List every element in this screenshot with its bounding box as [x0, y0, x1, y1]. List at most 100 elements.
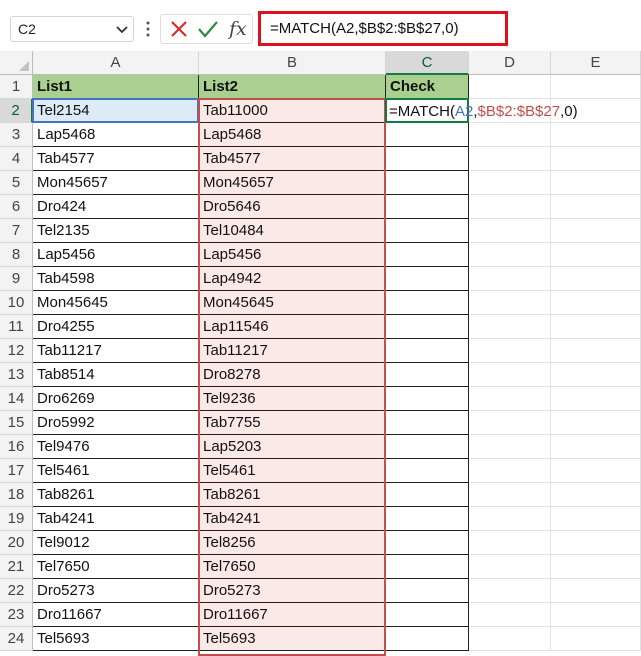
check-cell[interactable]	[386, 435, 469, 459]
empty-cell-e[interactable]	[551, 267, 641, 291]
list1-cell[interactable]: Lap5456	[33, 243, 199, 267]
check-cell[interactable]	[386, 387, 469, 411]
empty-cell-e[interactable]	[551, 363, 641, 387]
empty-cell-e[interactable]	[551, 603, 641, 627]
row-header-20[interactable]: 20	[0, 531, 33, 555]
empty-cell-e[interactable]	[551, 459, 641, 483]
row-header-7[interactable]: 7	[0, 219, 33, 243]
empty-cell-e[interactable]	[551, 387, 641, 411]
empty-cell-d[interactable]	[469, 435, 551, 459]
row-header-12[interactable]: 12	[0, 339, 33, 363]
check-cell[interactable]	[386, 291, 469, 315]
empty-cell-d[interactable]	[469, 171, 551, 195]
empty-cell-e[interactable]	[551, 291, 641, 315]
row-header-21[interactable]: 21	[0, 555, 33, 579]
list2-cell[interactable]: Dro5273	[199, 579, 386, 603]
list1-cell[interactable]: Tel2135	[33, 219, 199, 243]
empty-cell-e[interactable]	[551, 531, 641, 555]
row-header-2[interactable]: 2	[0, 99, 33, 123]
list2-cell[interactable]: Lap5468	[199, 123, 386, 147]
row-header-10[interactable]: 10	[0, 291, 33, 315]
column-header-a[interactable]: A	[33, 51, 199, 75]
cancel-icon[interactable]	[170, 20, 188, 38]
list1-cell[interactable]: Dro5273	[33, 579, 199, 603]
list1-cell[interactable]: Tel2154	[33, 99, 199, 123]
list2-cell[interactable]: Tel7650	[199, 555, 386, 579]
list2-cell[interactable]: Tel5461	[199, 459, 386, 483]
column-header-d[interactable]: D	[469, 51, 551, 75]
empty-cell-d[interactable]	[469, 459, 551, 483]
column-header-b[interactable]: B	[199, 51, 386, 75]
empty-cell-d[interactable]	[469, 627, 551, 651]
row-header-5[interactable]: 5	[0, 171, 33, 195]
list1-cell[interactable]: Tab4577	[33, 147, 199, 171]
check-cell[interactable]	[386, 507, 469, 531]
row-header-14[interactable]: 14	[0, 387, 33, 411]
empty-cell-d[interactable]	[469, 219, 551, 243]
list2-cell[interactable]: Tel5693	[199, 627, 386, 651]
formula-input[interactable]: =MATCH(A2,$B$2:$B$27,0)	[258, 11, 508, 46]
insert-function-icon[interactable]: fx	[229, 16, 253, 42]
header-cell-list2[interactable]: List2	[199, 75, 386, 99]
empty-cell-d[interactable]	[469, 315, 551, 339]
list1-cell[interactable]: Tel5461	[33, 459, 199, 483]
empty-cell-d[interactable]	[469, 75, 551, 99]
list2-cell[interactable]: Lap5203	[199, 435, 386, 459]
empty-cell-d[interactable]	[469, 555, 551, 579]
row-header-24[interactable]: 24	[0, 627, 33, 651]
empty-cell-d[interactable]	[469, 267, 551, 291]
list1-cell[interactable]: Tab11217	[33, 339, 199, 363]
empty-cell-e[interactable]	[551, 123, 641, 147]
list2-cell[interactable]: Tab4241	[199, 507, 386, 531]
empty-cell-d[interactable]	[469, 411, 551, 435]
check-cell[interactable]	[386, 411, 469, 435]
check-cell[interactable]	[386, 363, 469, 387]
list2-cell[interactable]: Lap5456	[199, 243, 386, 267]
empty-cell-d[interactable]	[469, 507, 551, 531]
list1-cell[interactable]: Tel5693	[33, 627, 199, 651]
row-header-8[interactable]: 8	[0, 243, 33, 267]
empty-cell-d[interactable]	[469, 531, 551, 555]
checkmark-icon[interactable]	[198, 20, 218, 38]
row-header-9[interactable]: 9	[0, 267, 33, 291]
check-cell[interactable]	[386, 171, 469, 195]
row-header-23[interactable]: 23	[0, 603, 33, 627]
check-cell[interactable]	[386, 531, 469, 555]
list1-cell[interactable]: Tel7650	[33, 555, 199, 579]
list2-cell[interactable]: Tab11000	[199, 99, 386, 123]
list1-cell[interactable]: Tel9476	[33, 435, 199, 459]
row-header-13[interactable]: 13	[0, 363, 33, 387]
row-header-17[interactable]: 17	[0, 459, 33, 483]
list2-cell[interactable]: Mon45645	[199, 291, 386, 315]
row-header-4[interactable]: 4	[0, 147, 33, 171]
row-header-22[interactable]: 22	[0, 579, 33, 603]
empty-cell-d[interactable]	[469, 483, 551, 507]
row-header-19[interactable]: 19	[0, 507, 33, 531]
check-cell[interactable]	[386, 627, 469, 651]
header-cell-check[interactable]: Check	[386, 75, 469, 99]
empty-cell-e[interactable]	[551, 555, 641, 579]
row-header-6[interactable]: 6	[0, 195, 33, 219]
empty-cell-e[interactable]	[551, 195, 641, 219]
check-cell[interactable]	[386, 195, 469, 219]
check-cell[interactable]	[386, 315, 469, 339]
empty-cell-d[interactable]	[469, 387, 551, 411]
name-box[interactable]: C2	[10, 16, 134, 42]
list2-cell[interactable]: Tel9236	[199, 387, 386, 411]
check-cell[interactable]	[386, 579, 469, 603]
check-cell[interactable]	[386, 459, 469, 483]
column-header-c[interactable]: C	[386, 51, 469, 75]
check-cell[interactable]	[386, 483, 469, 507]
list1-cell[interactable]: Tab4598	[33, 267, 199, 291]
empty-cell-e[interactable]	[551, 411, 641, 435]
row-header-15[interactable]: 15	[0, 411, 33, 435]
list1-cell[interactable]: Dro11667	[33, 603, 199, 627]
row-header-11[interactable]: 11	[0, 315, 33, 339]
list2-cell[interactable]: Tab8261	[199, 483, 386, 507]
check-cell[interactable]	[386, 603, 469, 627]
list1-cell[interactable]: Mon45645	[33, 291, 199, 315]
empty-cell-e[interactable]	[551, 171, 641, 195]
list1-cell[interactable]: Tel9012	[33, 531, 199, 555]
list2-cell[interactable]: Mon45657	[199, 171, 386, 195]
more-options-icon[interactable]	[146, 18, 150, 40]
